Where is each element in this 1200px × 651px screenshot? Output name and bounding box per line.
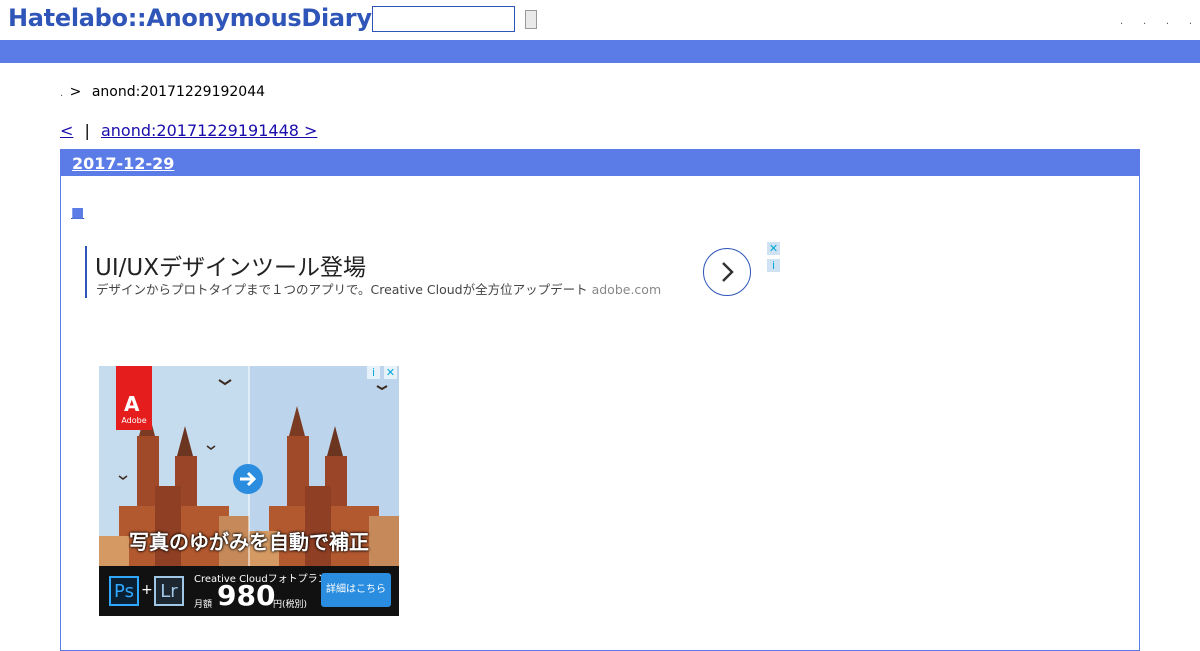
day-date-link[interactable]: 2017-12-29 [72, 154, 174, 173]
price-unit: 円(税別) [273, 600, 308, 610]
chevron-right-icon [722, 262, 734, 282]
plus-sign: + [141, 582, 153, 598]
info-icon[interactable]: i [767, 259, 780, 272]
day-header: 2017-12-29 [61, 150, 1139, 176]
text-ad[interactable]: UI/UXデザインツール登場 デザインからプロトタイプまで１つのアプリで。Cre… [85, 242, 785, 302]
adobe-logo: A Adobe [116, 366, 152, 430]
price: 980 [217, 579, 276, 612]
banner-ad[interactable]: A Adobe i ✕ 写真のゆがみを自動で補正 Ps + Lr Creativ… [99, 366, 399, 616]
text-ad-domain: adobe.com [591, 282, 662, 297]
banner-caption: 写真のゆがみを自動で補正 [129, 530, 369, 554]
adobe-brand: Adobe [121, 416, 147, 425]
text-ad-description: デザインからプロトタイプまで１つのアプリで。Creative Cloudが全方位… [96, 279, 661, 298]
text-ad-description-text: デザインからプロトタイプまで１つのアプリで。Creative Cloudが全方位… [96, 282, 588, 297]
site-logo[interactable]: Hatelabo::AnonymousDiary [8, 4, 372, 32]
breadcrumb-separator: > [69, 84, 82, 100]
banner-bottom-strip: Ps + Lr Creative Cloudフォトプラン 月額 980 円(税別… [99, 566, 399, 616]
text-ad-headline[interactable]: UI/UXデザインツール登場 [95, 248, 366, 282]
close-icon[interactable]: ✕ [384, 366, 397, 379]
nav-separator: | [84, 121, 90, 140]
next-entry-link[interactable]: anond:20171229191448 > [101, 121, 317, 140]
lightroom-icon: Lr [154, 576, 184, 606]
entry-permalink[interactable]: ■ [71, 205, 84, 221]
top-link-3[interactable]: . [1166, 17, 1169, 27]
prev-entry-link[interactable]: < [60, 121, 73, 140]
text-ad-go-button[interactable] [703, 248, 751, 296]
details-button[interactable]: 詳細はこちら [321, 573, 391, 607]
top-links: . . . . [1120, 11, 1192, 27]
top-link-2[interactable]: . [1143, 17, 1146, 27]
day-section: 2017-12-29 ■ UI/UXデザインツール登場 デザインからプロトタイプ… [60, 149, 1140, 651]
header-bar [0, 40, 1200, 63]
site-header: Hatelabo::AnonymousDiary . . . . [0, 0, 1200, 40]
monthly-label: 月額 [194, 600, 213, 610]
entry-navigation: < | anond:20171229191448 > [60, 121, 317, 140]
close-icon[interactable]: ✕ [767, 242, 780, 255]
search-button[interactable] [525, 10, 537, 29]
breadcrumb: . > anond:20171229192044 [60, 84, 265, 100]
info-icon[interactable]: i [367, 366, 380, 379]
photoshop-icon: Ps [109, 576, 139, 606]
text-ad-accent-bar [85, 246, 87, 298]
top-link-1[interactable]: . [1120, 17, 1123, 27]
breadcrumb-current: anond:20171229192044 [91, 84, 266, 100]
adobe-a-icon: A [124, 392, 140, 416]
top-link-4[interactable]: . [1189, 17, 1192, 27]
breadcrumb-home-link[interactable]: . [60, 88, 63, 99]
search-input[interactable] [372, 6, 515, 32]
